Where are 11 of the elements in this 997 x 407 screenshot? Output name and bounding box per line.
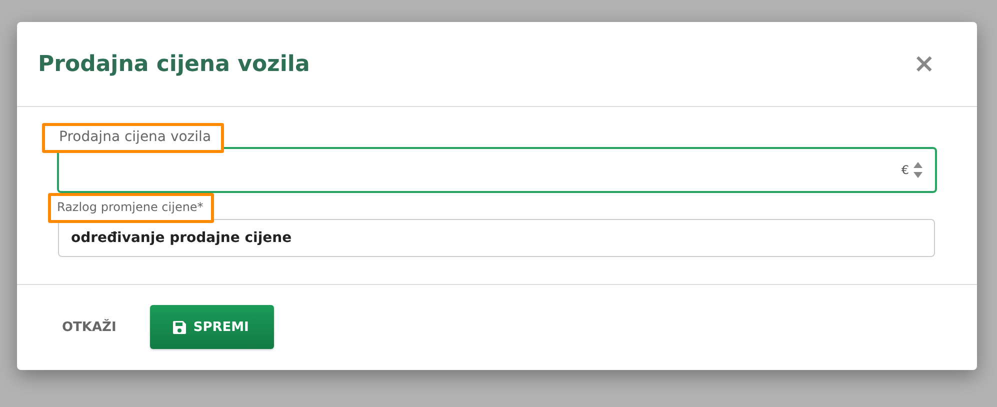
spinner-icon[interactable] [913, 160, 923, 180]
close-button[interactable]: × [913, 49, 935, 79]
field-label: Razlog promjene cijene* [48, 193, 214, 223]
dialog-title: Prodajna cijena vozila [38, 52, 310, 76]
input-field[interactable]: određivanje prodajne cijene [58, 219, 935, 257]
input-field[interactable]: € [57, 147, 937, 193]
cancel-button[interactable]: OTKAŽI [62, 312, 116, 342]
field-value: određivanje prodajne cijene [70, 230, 293, 246]
currency-unit: € [901, 163, 909, 177]
save-button[interactable]: SPREMI [150, 305, 274, 349]
field-label: Prodajna cijena vozila [42, 123, 224, 153]
